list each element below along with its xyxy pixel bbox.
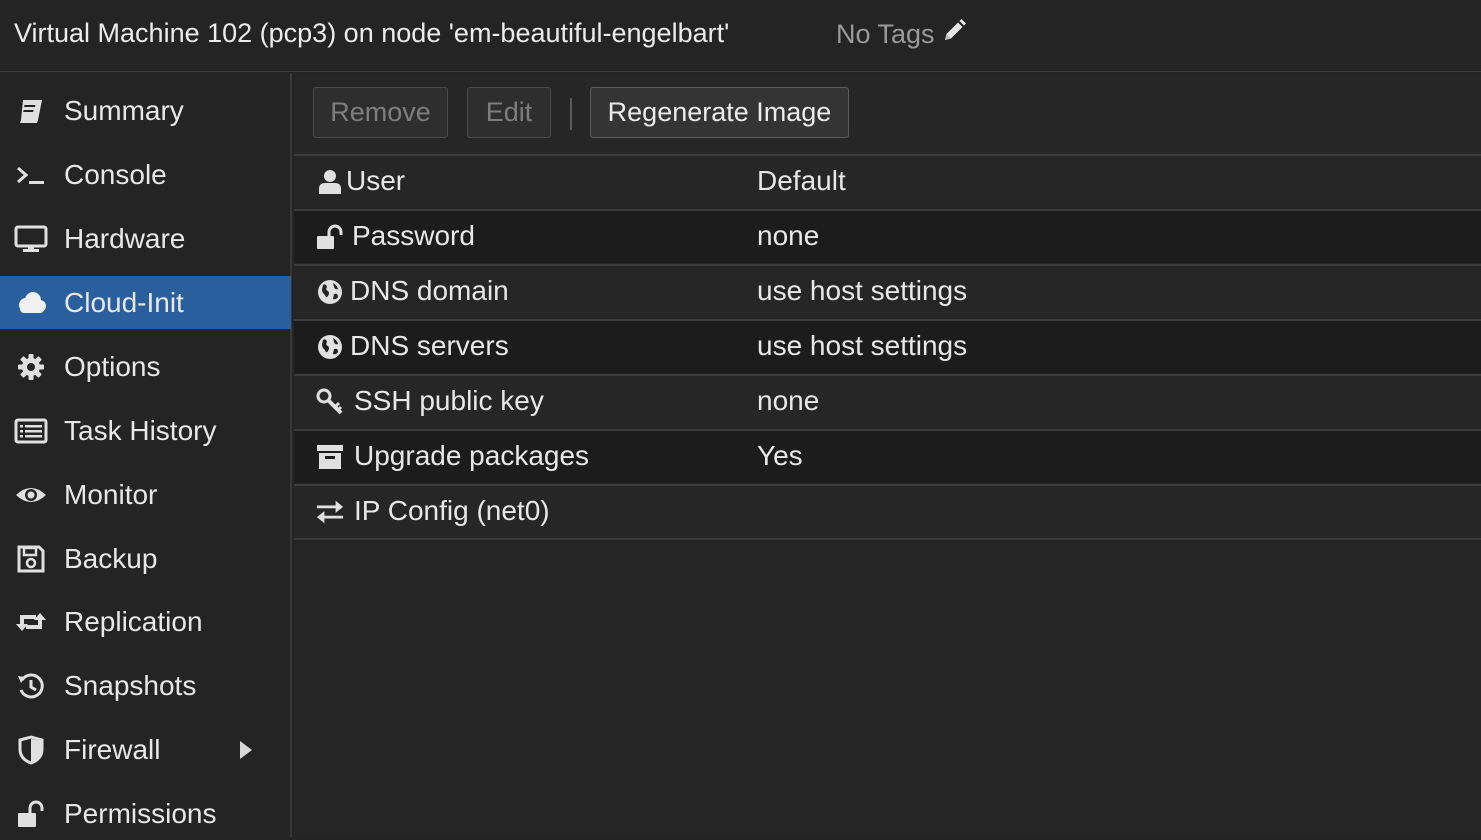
- pencil-icon[interactable]: [941, 18, 967, 51]
- row-value: use host settings: [757, 275, 968, 306]
- history-icon: [14, 669, 48, 703]
- list-icon: [14, 414, 48, 448]
- sidebar-item-label: Console: [64, 158, 167, 190]
- sidebar-item-cloud-init[interactable]: Cloud-Init: [0, 276, 291, 329]
- row-key: IP Config (net0): [354, 495, 550, 526]
- sidebar-item-backup[interactable]: Backup: [0, 532, 291, 585]
- table-row[interactable]: DNS domain use host settings: [294, 264, 1481, 318]
- table-row[interactable]: IP Config (net0): [294, 484, 1481, 540]
- sidebar-item-label: Replication: [64, 605, 203, 637]
- sidebar-item-label: Firewall: [64, 733, 161, 765]
- unlock-icon: [14, 797, 48, 831]
- sidebar-item-task-history[interactable]: Task History: [0, 404, 291, 457]
- archive-icon: [316, 443, 344, 471]
- row-key: SSH public key: [354, 385, 544, 416]
- grid-empty-area: [294, 541, 1481, 837]
- row-value: none: [757, 220, 820, 251]
- row-key: Upgrade packages: [354, 440, 590, 471]
- toolbar: Remove Edit Regenerate Image: [294, 73, 1481, 154]
- sidebar-item-label: Permissions: [64, 797, 217, 829]
- key-icon: [316, 388, 344, 416]
- floppy-icon: [14, 542, 48, 576]
- sidebar-item-label: Cloud-Init: [64, 286, 184, 318]
- row-value: Yes: [757, 440, 803, 471]
- table-row[interactable]: User Default: [294, 154, 1481, 208]
- sidebar-item-summary[interactable]: Summary: [0, 84, 291, 137]
- table-row[interactable]: Upgrade packages Yes: [294, 429, 1481, 483]
- globe-icon: [316, 333, 344, 361]
- sidebar-item-label: Snapshots: [64, 669, 197, 701]
- row-key: Password: [352, 220, 475, 251]
- sidebar-item-monitor[interactable]: Monitor: [0, 468, 291, 521]
- page-title: Virtual Machine 102 (pcp3) on node 'em-b…: [14, 18, 730, 48]
- sidebar-item-label: Hardware: [64, 222, 186, 254]
- sidebar-item-hardware[interactable]: Hardware: [0, 212, 291, 265]
- book-icon: [14, 94, 48, 128]
- terminal-icon: [14, 158, 48, 192]
- exchange-icon: [316, 498, 344, 526]
- tags-area[interactable]: No Tags: [836, 18, 967, 51]
- sidebar-item-label: Monitor: [64, 478, 158, 510]
- row-value: use host settings: [757, 330, 968, 361]
- retweet-icon: [14, 605, 48, 639]
- table-row[interactable]: DNS servers use host settings: [294, 319, 1481, 373]
- cloud-icon: [14, 286, 48, 320]
- table-row[interactable]: Password none: [294, 209, 1481, 263]
- eye-icon: [14, 478, 48, 512]
- shield-icon: [14, 733, 48, 767]
- globe-icon: [316, 278, 344, 306]
- table-row[interactable]: SSH public key none: [294, 374, 1481, 428]
- row-key: DNS servers: [350, 330, 509, 361]
- user-icon: [316, 168, 344, 196]
- sidebar-item-console[interactable]: Console: [0, 148, 291, 201]
- sidebar-item-replication[interactable]: Replication: [0, 595, 291, 648]
- sidebar-item-firewall[interactable]: Firewall: [0, 723, 291, 776]
- sidebar: Summary Console Hardware Cloud-Init Opti…: [0, 73, 292, 837]
- toolbar-separator: [570, 98, 572, 130]
- sidebar-item-permissions[interactable]: Permissions: [0, 787, 291, 840]
- unlock-icon: [316, 223, 344, 251]
- sidebar-item-label: Summary: [64, 94, 184, 126]
- row-value: Default: [757, 165, 846, 196]
- regenerate-image-button[interactable]: Regenerate Image: [590, 87, 849, 138]
- row-key: DNS domain: [350, 275, 509, 306]
- row-key: User: [346, 165, 406, 196]
- sidebar-item-label: Backup: [64, 542, 158, 574]
- remove-button[interactable]: Remove: [313, 87, 448, 138]
- monitor-icon: [14, 222, 48, 256]
- sidebar-item-label: Task History: [64, 414, 217, 446]
- chevron-right-icon[interactable]: [240, 740, 252, 759]
- title-bar: Virtual Machine 102 (pcp3) on node 'em-b…: [0, 0, 1481, 72]
- sidebar-item-options[interactable]: Options: [0, 340, 291, 393]
- sidebar-item-label: Options: [64, 350, 161, 382]
- row-value: none: [757, 385, 820, 416]
- gear-icon: [14, 350, 48, 384]
- edit-button[interactable]: Edit: [467, 87, 551, 138]
- tags-label: No Tags: [836, 19, 935, 49]
- sidebar-item-snapshots[interactable]: Snapshots: [0, 659, 291, 712]
